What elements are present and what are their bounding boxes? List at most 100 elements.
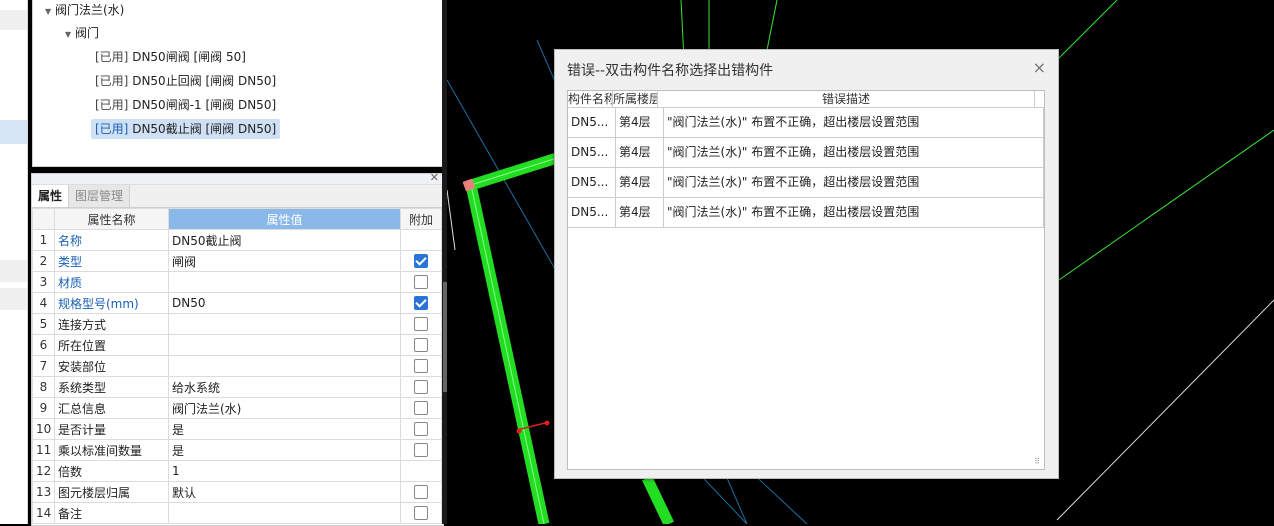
extra-checkbox[interactable] (414, 401, 428, 416)
cell-component-name[interactable]: DN5... (568, 168, 616, 197)
row-number: 2 (32, 250, 55, 272)
table-row[interactable]: 6 所在位置 (32, 334, 442, 356)
property-value[interactable]: 是 (168, 439, 401, 461)
properties-tabs: 属性 图层管理 (32, 185, 443, 208)
property-value[interactable]: 阀门法兰(水) (168, 397, 401, 419)
pipe-centerline (470, 184, 545, 524)
property-value[interactable] (168, 313, 401, 335)
table-row[interactable]: 5 连接方式 (32, 313, 442, 335)
tree-group-label: 阀门法兰(水) (55, 3, 125, 17)
property-value[interactable] (168, 355, 401, 377)
properties-table: 属性名称 属性值 附加 1 名称 DN50截止阀 2 类型 闸阀 3 材质 4 规格型号(mm) D… (32, 208, 442, 524)
error-row[interactable]: DN5... 第4层 "阀门法兰(水)" 布置不正确，超出楼层设置范围 (568, 168, 1044, 198)
tree-item[interactable]: [已用] DN50闸阀 [闸阀 50] (95, 47, 246, 67)
extra-checkbox[interactable] (414, 359, 428, 374)
extra-checkbox[interactable] (414, 506, 428, 521)
extra-cell (400, 292, 442, 314)
extra-checkbox[interactable] (414, 380, 428, 395)
extra-checkbox[interactable] (414, 338, 428, 353)
table-header-row: 属性名称 属性值 附加 (32, 208, 442, 230)
cell-error-description: "阀门法兰(水)" 布置不正确，超出楼层设置范围 (664, 168, 1044, 197)
table-row[interactable]: 1 名称 DN50截止阀 (32, 229, 442, 251)
close-icon[interactable]: ✕ (430, 171, 439, 184)
table-row[interactable]: 2 类型 闸阀 (32, 250, 442, 272)
property-value[interactable]: 是 (168, 418, 401, 440)
expand-arrow-icon[interactable]: ▼ (65, 25, 75, 45)
table-row[interactable]: 3 材质 (32, 271, 442, 293)
property-value[interactable] (168, 502, 401, 524)
cell-error-description: "阀门法兰(水)" 布置不正确，超出楼层设置范围 (664, 198, 1044, 227)
close-icon[interactable]: × (1033, 58, 1046, 77)
cell-component-name[interactable]: DN5... (568, 138, 616, 167)
property-value[interactable]: 默认 (168, 481, 401, 503)
property-value[interactable]: DN50 (168, 292, 401, 314)
extra-checkbox[interactable] (414, 254, 428, 269)
table-row[interactable]: 7 安装部位 (32, 355, 442, 377)
row-number: 14 (32, 502, 55, 524)
header-property-value[interactable]: 属性值 (168, 208, 401, 230)
extra-checkbox[interactable] (414, 296, 428, 311)
cell-component-name[interactable]: DN5... (568, 198, 616, 227)
row-number: 11 (32, 439, 55, 461)
table-row[interactable]: 14 备注 (32, 502, 442, 524)
extra-checkbox[interactable] (414, 275, 428, 290)
row-number: 3 (32, 271, 55, 293)
left-strip-selected[interactable] (0, 120, 27, 144)
table-row[interactable]: 10 是否计量是 (32, 418, 442, 440)
property-value[interactable]: 给水系统 (168, 376, 401, 398)
tree-subgroup-valve[interactable]: ▼ 阀门 (65, 23, 99, 43)
tab-layer-management[interactable]: 图层管理 (69, 185, 131, 207)
error-dialog: 错误--双击构件名称选择出错构件 × 构件名称 所属楼层 错误描述 DN5...… (554, 49, 1059, 479)
table-row[interactable]: 12 倍数 1 (32, 460, 442, 482)
row-number: 1 (32, 229, 55, 251)
resize-grip-icon[interactable]: ⠿ (1034, 457, 1040, 466)
property-value[interactable] (168, 271, 401, 293)
property-value[interactable]: DN50截止阀 (168, 229, 401, 251)
cell-floor: 第4层 (616, 198, 664, 227)
table-row[interactable]: 11 乘以标准间数量是 (32, 439, 442, 461)
cell-component-name[interactable]: DN5... (568, 108, 616, 137)
extra-cell (400, 460, 442, 482)
row-number: 10 (32, 418, 55, 440)
extra-cell (400, 439, 442, 461)
table-row[interactable]: 4 规格型号(mm) DN50 (32, 292, 442, 314)
white-line (447, 189, 456, 251)
tree-group-valve-flange[interactable]: ▼ 阀门法兰(水) (45, 0, 124, 20)
extra-cell (400, 229, 442, 251)
property-value[interactable]: 1 (168, 460, 401, 482)
extra-cell (400, 502, 442, 524)
error-row[interactable]: DN5... 第4层 "阀门法兰(水)" 布置不正确，超出楼层设置范围 (568, 138, 1044, 168)
extra-checkbox[interactable] (414, 317, 428, 332)
component-tree: ▼ 阀门法兰(水) ▼ 阀门 [已用] DN50闸阀 [闸阀 50] [已用] DN… (32, 0, 444, 167)
row-number: 4 (32, 292, 55, 314)
property-name: 类型 (54, 250, 169, 272)
cell-floor: 第4层 (616, 168, 664, 197)
pipe-segment[interactable] (642, 475, 674, 524)
extra-checkbox[interactable] (414, 443, 428, 458)
property-value[interactable]: 闸阀 (168, 250, 401, 272)
header-floor[interactable]: 所属楼层 (613, 91, 658, 107)
row-number: 9 (32, 397, 55, 419)
pipe-centerline (470, 157, 558, 186)
extra-checkbox[interactable] (414, 485, 428, 500)
error-row[interactable]: DN5... 第4层 "阀门法兰(水)" 布置不正确，超出楼层设置范围 (568, 198, 1044, 228)
tree-item-selected[interactable]: [已用] DN50截止阀 [闸阀 DN50] (91, 119, 281, 139)
extra-checkbox[interactable] (414, 422, 428, 437)
table-row[interactable]: 9 汇总信息 阀门法兰(水) (32, 397, 442, 419)
grid-body: DN5... 第4层 "阀门法兰(水)" 布置不正确，超出楼层设置范围 DN5... 第… (568, 108, 1044, 228)
property-value[interactable] (168, 334, 401, 356)
expand-arrow-icon[interactable]: ▼ (45, 2, 55, 22)
tab-properties[interactable]: 属性 (32, 185, 70, 207)
tree-item[interactable]: [已用] DN50闸阀-1 [闸阀 DN50] (95, 95, 276, 115)
header-component-name[interactable]: 构件名称 (568, 91, 613, 107)
cell-error-description: "阀门法兰(水)" 布置不正确，超出楼层设置范围 (664, 108, 1044, 137)
error-row[interactable]: DN5... 第4层 "阀门法兰(水)" 布置不正确，超出楼层设置范围 (568, 108, 1044, 138)
cell-floor: 第4层 (616, 138, 664, 167)
tree-item[interactable]: [已用] DN50止回阀 [闸阀 DN50] (95, 71, 276, 91)
left-strip-section (0, 288, 27, 310)
header-error-description[interactable]: 错误描述 (658, 91, 1035, 107)
table-row[interactable]: 8 系统类型 给水系统 (32, 376, 442, 398)
table-row[interactable]: 13 图元楼层归属 默认 (32, 481, 442, 503)
row-number: 12 (32, 460, 55, 482)
property-name: 倍数 (54, 460, 169, 482)
